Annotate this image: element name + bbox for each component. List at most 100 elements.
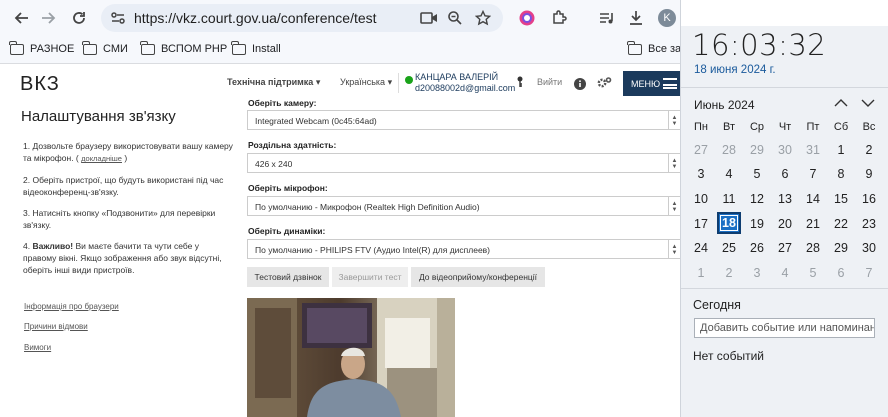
reload-icon[interactable] bbox=[67, 6, 91, 30]
speakers-label: Оберіть динаміки: bbox=[248, 226, 326, 236]
calendar-day[interactable]: 25 bbox=[715, 237, 743, 259]
go-to-conference-button[interactable]: До відеоприйому/конференції bbox=[411, 267, 545, 287]
microphone-select[interactable]: По умолчанию - Микрофон (Realtek High De… bbox=[247, 196, 680, 216]
speakers-select[interactable]: По умолчанию - PHILIPS FTV (Аудио Intel(… bbox=[247, 239, 680, 259]
calendar-day[interactable]: 11 bbox=[715, 188, 743, 210]
month-title[interactable]: Июнь 2024 bbox=[694, 98, 755, 112]
folder-icon bbox=[231, 40, 246, 55]
add-event-input[interactable]: Добавить событие или напоминан bbox=[694, 318, 875, 338]
full-date-link[interactable]: 18 июня 2024 г. bbox=[694, 64, 776, 76]
step-2: 2. Оберіть пристрої, що будуть використа… bbox=[23, 175, 224, 197]
calendar-day[interactable]: 8 bbox=[827, 163, 855, 185]
calendar-day[interactable]: 4 bbox=[771, 262, 799, 284]
user-name[interactable]: КАНЦАРА ВАЛЕРІЙ bbox=[415, 72, 498, 82]
calendar-day[interactable]: 7 bbox=[855, 262, 883, 284]
extension-colorful-icon[interactable] bbox=[516, 7, 538, 29]
next-month-icon[interactable] bbox=[860, 95, 876, 111]
calendar-day[interactable]: 30 bbox=[855, 237, 883, 259]
calendar-day[interactable]: 12 bbox=[743, 188, 771, 210]
browser-info-link[interactable]: Інформація про браузери bbox=[24, 302, 119, 311]
calendar-day[interactable]: 28 bbox=[715, 139, 743, 161]
calendar-day[interactable]: 27 bbox=[771, 237, 799, 259]
bookmark-folder-all[interactable]: Все зак bbox=[627, 40, 680, 55]
profile-avatar[interactable]: K bbox=[658, 9, 676, 27]
logout-link[interactable]: Вийти bbox=[537, 77, 562, 87]
site-logo[interactable]: ВКЗ bbox=[20, 73, 60, 96]
test-call-button[interactable]: Тестовий дзвінок bbox=[247, 267, 329, 287]
menu-button[interactable]: МЕНЮ bbox=[623, 71, 680, 96]
settings-gears-icon[interactable] bbox=[596, 76, 612, 92]
support-dropdown[interactable]: Технічна підтримка ▾ bbox=[227, 77, 320, 88]
calendar-day[interactable]: 19 bbox=[743, 213, 771, 235]
calendar-day[interactable]: 2 bbox=[715, 262, 743, 284]
address-bar[interactable]: https://vkz.court.gov.ua/conference/test bbox=[101, 4, 503, 32]
calendar-day[interactable]: 24 bbox=[687, 237, 715, 259]
details-link[interactable]: докладніше bbox=[81, 154, 122, 163]
calendar-day[interactable]: 23 bbox=[855, 213, 883, 235]
calendar-day[interactable]: 29 bbox=[743, 139, 771, 161]
bookmark-folder-install[interactable]: Install bbox=[231, 40, 281, 55]
calendar-day[interactable]: 5 bbox=[743, 163, 771, 185]
calendar-day[interactable]: 17 bbox=[687, 213, 715, 235]
user-email[interactable]: d20088002d@gmail.com bbox=[415, 83, 515, 93]
media-controls-icon[interactable] bbox=[596, 7, 618, 29]
calendar-day[interactable]: 3 bbox=[743, 262, 771, 284]
calendar-day[interactable]: 13 bbox=[771, 188, 799, 210]
step-4: 4. Важливо! Ви маєте бачити та чути себе… bbox=[23, 241, 222, 275]
calendar-day[interactable]: 10 bbox=[687, 188, 715, 210]
site-info-icon[interactable] bbox=[109, 9, 127, 27]
calendar-day[interactable]: 6 bbox=[771, 163, 799, 185]
bookmark-star-icon[interactable] bbox=[473, 8, 493, 28]
calendar-day[interactable]: 26 bbox=[743, 237, 771, 259]
select-caret-icon: ▲ ▼ bbox=[668, 111, 680, 129]
calendar-day[interactable]: 22 bbox=[827, 213, 855, 235]
calendar-day[interactable]: 21 bbox=[799, 213, 827, 235]
language-dropdown[interactable]: Українська ▾ bbox=[340, 77, 392, 88]
zoom-icon[interactable] bbox=[445, 8, 465, 28]
calendar-day[interactable]: 20 bbox=[771, 213, 799, 235]
step-1: 1. Дозвольте браузеру використовувати ва… bbox=[23, 141, 233, 163]
calendar-day[interactable]: 4 bbox=[715, 163, 743, 185]
bookmark-folder-smi[interactable]: СМИ bbox=[82, 40, 128, 55]
caret-down-icon: ▾ bbox=[387, 77, 393, 87]
calendar-day[interactable]: 29 bbox=[827, 237, 855, 259]
calendar-day[interactable]: 9 bbox=[855, 163, 883, 185]
calendar-day[interactable]: 5 bbox=[799, 262, 827, 284]
calendar-day[interactable]: 16 bbox=[855, 188, 883, 210]
site-header: ВКЗ Технічна підтримка ▾ Українська ▾ КА… bbox=[0, 66, 680, 100]
calendar-day[interactable]: 3 bbox=[687, 163, 715, 185]
folder-icon bbox=[82, 40, 97, 55]
download-icon[interactable] bbox=[625, 7, 647, 29]
back-icon[interactable] bbox=[10, 6, 34, 30]
url-text[interactable]: https://vkz.court.gov.ua/conference/test bbox=[134, 10, 377, 26]
calendar-day[interactable]: 15 bbox=[827, 188, 855, 210]
bookmark-folder-vspom[interactable]: ВСПОМ РНР bbox=[140, 40, 227, 55]
end-test-button[interactable]: Завершити тест bbox=[332, 267, 408, 287]
calendar-day[interactable]: 6 bbox=[827, 262, 855, 284]
calendar-day[interactable]: 1 bbox=[827, 139, 855, 161]
select-caret-icon: ▲ ▼ bbox=[668, 197, 680, 215]
resolution-select[interactable]: 426 x 240 ▲ ▼ bbox=[247, 153, 680, 173]
key-icon[interactable] bbox=[516, 76, 524, 90]
info-icon[interactable] bbox=[574, 78, 586, 92]
refusal-reasons-link[interactable]: Причини відмови bbox=[24, 322, 88, 331]
divider bbox=[681, 87, 888, 88]
calendar-day[interactable]: 14 bbox=[799, 188, 827, 210]
calendar-day[interactable]: 7 bbox=[799, 163, 827, 185]
calendar-day[interactable]: 1 bbox=[687, 262, 715, 284]
calendar-day[interactable]: 2 bbox=[855, 139, 883, 161]
previous-month-icon[interactable] bbox=[833, 95, 849, 111]
bookmark-folder-raznoe[interactable]: РАЗНОЕ bbox=[9, 40, 74, 55]
extensions-puzzle-icon[interactable] bbox=[548, 7, 570, 29]
select-caret-icon: ▲ ▼ bbox=[668, 154, 680, 172]
calendar-day[interactable]: 27 bbox=[687, 139, 715, 161]
calendar-day-today[interactable]: 18 bbox=[717, 212, 741, 234]
camera-select[interactable]: Integrated Webcam (0c45:64ad) ▲ ▼ bbox=[247, 110, 680, 130]
calendar-day[interactable]: 30 bbox=[771, 139, 799, 161]
calendar-day[interactable]: 28 bbox=[799, 237, 827, 259]
camera-in-use-icon[interactable] bbox=[419, 8, 439, 28]
step-3: 3. Натисніть кнопку «Подзвонити» для пер… bbox=[23, 208, 216, 230]
requirements-link[interactable]: Вимоги bbox=[24, 343, 51, 352]
forward-icon[interactable] bbox=[36, 6, 60, 30]
calendar-day[interactable]: 31 bbox=[799, 139, 827, 161]
